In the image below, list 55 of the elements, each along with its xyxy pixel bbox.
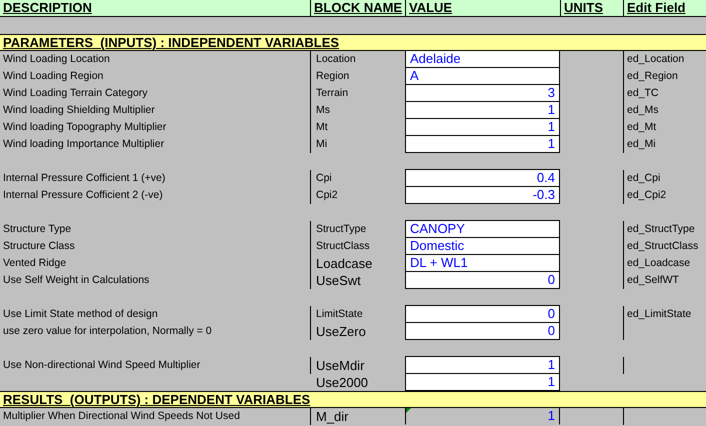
parameter-label: Wind loading Shielding Multiplier	[2, 103, 156, 118]
parameter-label: Wind loading Topography Multiplier	[2, 120, 168, 135]
column-header: VALUE	[405, 0, 560, 16]
edit-field-name: ed_Ms	[623, 102, 706, 119]
edit-field-name: ed_LimitState	[623, 306, 706, 323]
edit-field-name: ed_Loadcase	[623, 255, 706, 272]
value-field[interactable]: DL + WL1	[405, 254, 560, 272]
parameter-label: Wind Loading Terrain Category	[2, 86, 149, 101]
parameter-label: use zero value for interpolation, Normally = 0	[2, 324, 213, 339]
parameter-label: Internal Pressure Cofficient 2 (-ve)	[2, 188, 164, 203]
value-text: 1	[405, 407, 560, 425]
edit-field-name: ed_Region	[623, 68, 706, 85]
value-field[interactable]: 0	[405, 322, 560, 340]
value-field[interactable]: 1	[405, 356, 560, 374]
value-field[interactable]: 1	[405, 373, 560, 391]
parameter-label: Vented Ridge	[2, 256, 68, 271]
edit-field-name: ed_Mi	[623, 136, 706, 153]
value-field[interactable]: 0	[405, 271, 560, 289]
edit-field-name: ed_Cpi	[623, 170, 706, 187]
value-field[interactable]: CANOPY	[405, 220, 560, 238]
value-field[interactable]: Domestic	[405, 237, 560, 255]
edit-field-name: ed_Cpi2	[623, 187, 706, 204]
value-field[interactable]: 1	[405, 118, 560, 136]
block-name: Use2000	[315, 374, 370, 391]
parameter-label: Wind Loading Location	[2, 52, 111, 67]
parameter-label: Wind loading Importance Multiplier	[2, 137, 166, 152]
section-title: RESULTS (OUTPUTS) : DEPENDENT VARIABLES	[2, 392, 310, 407]
column-header: DESCRIPTION	[2, 0, 93, 16]
value-field[interactable]: 1	[405, 135, 560, 153]
value-field[interactable]: A	[405, 67, 560, 85]
edit-field-name: ed_SelfWT	[623, 272, 706, 289]
parameter-label: Multiplier When Directional Wind Speeds Not Used	[2, 409, 241, 424]
value-field[interactable]: 0.4	[405, 169, 560, 187]
edit-field-name: ed_StructType	[623, 221, 706, 238]
parameter-label: Use Non-directional Wind Speed Multiplier	[2, 358, 202, 373]
parameter-label: Structure Class	[2, 239, 76, 254]
value-field[interactable]: 3	[405, 84, 560, 102]
column-header: BLOCK NAME	[310, 0, 405, 16]
value-field[interactable]: 0	[405, 305, 560, 323]
value-field[interactable]: Adelaide	[405, 50, 560, 68]
parameter-label: Structure Type	[2, 222, 72, 237]
edit-field-name: ed_StructClass	[623, 238, 706, 255]
parameter-label: Wind Loading Region	[2, 69, 104, 84]
block-name: M_dir	[310, 408, 405, 425]
edit-field-name: ed_Mt	[623, 119, 706, 136]
parameter-label: Use Limit State method of design	[2, 307, 159, 322]
section-title: PARAMETERS (INPUTS) : INDEPENDENT VARIABLES	[2, 35, 340, 50]
parameter-label: Use Self Weight in Calculations	[2, 273, 150, 288]
column-header: Edit Field	[623, 0, 706, 16]
value-field[interactable]: -0.3	[405, 186, 560, 204]
value-field[interactable]: 1	[405, 101, 560, 119]
column-header: UNITS	[560, 0, 623, 16]
edit-field-name: ed_Location	[623, 51, 706, 68]
parameter-label: Internal Pressure Cofficient 1 (+ve)	[2, 171, 166, 186]
edit-field-name: ed_TC	[623, 85, 706, 102]
